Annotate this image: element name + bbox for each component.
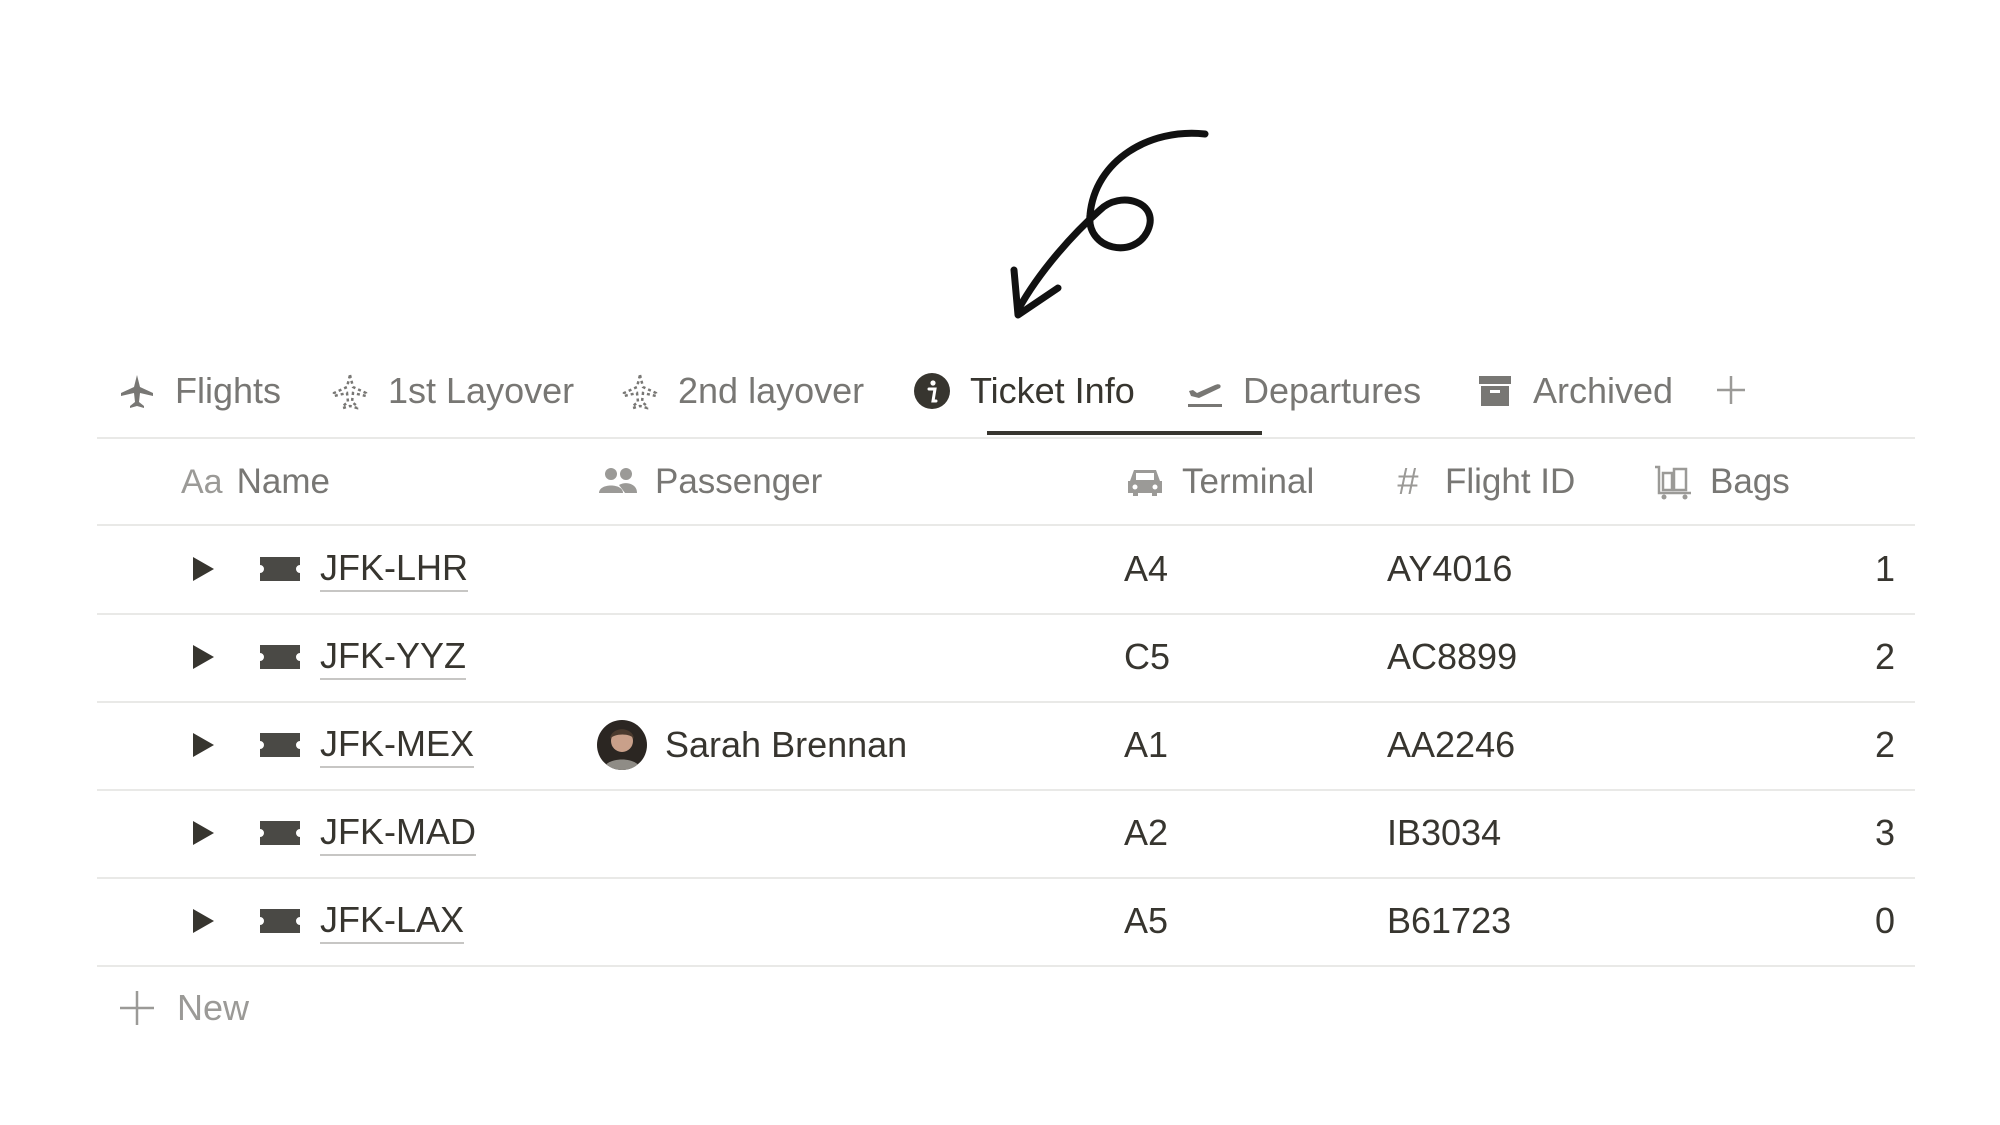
terminal-cell[interactable]: C5 xyxy=(1124,614,1170,700)
terminal-cell[interactable]: A2 xyxy=(1124,790,1168,876)
column-label: Terminal xyxy=(1182,462,1315,501)
row-divider xyxy=(97,965,1915,967)
row-name-link[interactable]: JFK-MEX xyxy=(320,702,475,788)
luggage-cart-icon xyxy=(1652,461,1694,503)
text-property-icon: Aa xyxy=(181,462,223,501)
people-icon xyxy=(597,461,639,503)
bags-cell[interactable]: 1 xyxy=(1652,526,1895,612)
column-header-bags[interactable]: Bags xyxy=(1652,439,1790,525)
row-name-link[interactable]: JFK-LAX xyxy=(320,878,465,964)
passenger-cell[interactable]: Sarah Brennan xyxy=(597,702,907,788)
ticket-icon xyxy=(260,645,300,669)
bags-cell[interactable]: 2 xyxy=(1652,614,1895,700)
terminal-cell[interactable]: A4 xyxy=(1124,526,1168,612)
tab-label: 1st Layover xyxy=(388,370,575,411)
row-expand-toggle[interactable] xyxy=(187,817,219,849)
table-row[interactable]: JFK-LHR A4 AY4016 1 xyxy=(97,526,1915,612)
add-view-button[interactable] xyxy=(1711,367,1751,413)
triangle-right-icon xyxy=(193,909,214,933)
column-label: Flight ID xyxy=(1445,462,1576,501)
bags-cell[interactable]: 0 xyxy=(1652,878,1895,964)
table-row[interactable]: JFK-MAD A2 IB3034 3 xyxy=(97,790,1915,876)
table-row[interactable]: JFK-MEX Sarah Brennan A1 AA2246 2 xyxy=(97,702,1915,788)
archive-box-icon xyxy=(1475,371,1515,411)
airplane-icon xyxy=(117,371,157,411)
row-expand-toggle[interactable] xyxy=(187,729,219,761)
bags-cell[interactable]: 2 xyxy=(1652,702,1895,788)
tab-label: Flights xyxy=(175,370,282,411)
airplane-dashed-icon xyxy=(330,371,370,411)
new-row-label: New xyxy=(177,987,250,1028)
column-label: Passenger xyxy=(655,462,823,501)
tab-ticket-info[interactable]: Ticket Info xyxy=(912,345,1135,437)
terminal-cell[interactable]: A5 xyxy=(1124,878,1168,964)
ticket-icon xyxy=(260,821,300,845)
info-icon xyxy=(912,371,952,411)
triangle-right-icon xyxy=(193,733,214,757)
departure-icon xyxy=(1185,371,1225,411)
tab-label: Departures xyxy=(1243,370,1422,411)
tab-flights[interactable]: Flights xyxy=(117,345,281,437)
table-row[interactable]: JFK-YYZ C5 AC8899 2 xyxy=(97,614,1915,700)
tab-departures[interactable]: Departures xyxy=(1185,345,1421,437)
view-tabs: Flights 1st Layover 2nd layover Ticket I… xyxy=(97,345,1915,437)
triangle-right-icon xyxy=(193,557,214,581)
passenger-name: Sarah Brennan xyxy=(665,724,908,765)
car-icon xyxy=(1124,461,1166,503)
terminal-cell[interactable]: A1 xyxy=(1124,702,1168,788)
tab-1st-layover[interactable]: 1st Layover xyxy=(330,345,574,437)
row-expand-toggle[interactable] xyxy=(187,641,219,673)
plus-icon xyxy=(120,991,154,1025)
annotation-arrow xyxy=(1010,129,1209,319)
tab-label: Archived xyxy=(1533,370,1674,411)
row-expand-toggle[interactable] xyxy=(187,905,219,937)
ticket-icon xyxy=(260,557,300,581)
table-row[interactable]: JFK-LAX A5 B61723 0 xyxy=(97,878,1915,964)
row-name-link[interactable]: JFK-MAD xyxy=(320,790,476,876)
triangle-right-icon xyxy=(193,821,214,845)
tab-2nd-layover[interactable]: 2nd layover xyxy=(620,345,864,437)
row-name-link[interactable]: JFK-LHR xyxy=(320,526,469,612)
flight-id-cell[interactable]: B61723 xyxy=(1387,878,1511,964)
tab-label: Ticket Info xyxy=(970,370,1135,411)
table-header: Aa Name Passenger Terminal # Flight ID B… xyxy=(97,439,1915,525)
column-header-name[interactable]: Aa Name xyxy=(181,439,330,525)
airplane-dashed-icon xyxy=(620,371,660,411)
column-header-passenger[interactable]: Passenger xyxy=(597,439,822,525)
column-header-terminal[interactable]: Terminal xyxy=(1124,439,1314,525)
bags-cell[interactable]: 3 xyxy=(1652,790,1895,876)
row-expand-toggle[interactable] xyxy=(187,553,219,585)
flight-id-cell[interactable]: AY4016 xyxy=(1387,526,1512,612)
tab-archived[interactable]: Archived xyxy=(1475,345,1673,437)
row-name-link[interactable]: JFK-YYZ xyxy=(320,614,467,700)
active-tab-indicator xyxy=(987,431,1262,435)
column-label: Name xyxy=(236,462,330,501)
number-property-icon: # xyxy=(1397,460,1419,503)
ticket-icon xyxy=(260,733,300,757)
plus-icon xyxy=(1717,376,1745,404)
flight-id-cell[interactable]: AA2246 xyxy=(1387,702,1515,788)
column-header-flight-id[interactable]: # Flight ID xyxy=(1387,439,1575,525)
column-label: Bags xyxy=(1710,462,1790,501)
avatar xyxy=(597,720,647,770)
flight-id-cell[interactable]: IB3034 xyxy=(1387,790,1501,876)
flight-id-cell[interactable]: AC8899 xyxy=(1387,614,1517,700)
tab-label: 2nd layover xyxy=(678,370,865,411)
ticket-icon xyxy=(260,909,300,933)
add-new-row-button[interactable]: New xyxy=(97,968,249,1048)
triangle-right-icon xyxy=(193,645,214,669)
